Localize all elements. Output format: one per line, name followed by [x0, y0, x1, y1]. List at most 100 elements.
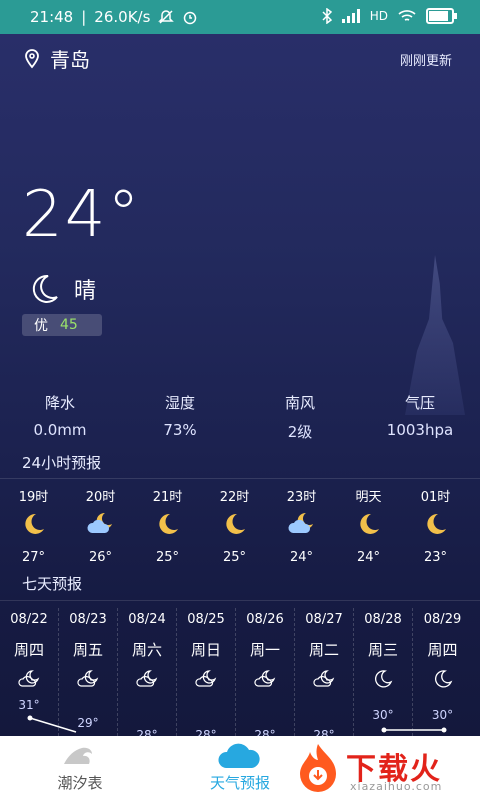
moon-icon	[426, 513, 446, 534]
day-weekday: 周三	[367, 641, 398, 659]
status-time: 21:48	[30, 8, 74, 26]
tab-label: 潮汐表	[57, 774, 103, 792]
crescent-moon-icon	[32, 274, 58, 303]
hour-item: 明天 24°	[335, 486, 402, 565]
stat-value: 0.0mm	[33, 421, 87, 439]
watermark-logo: 下载火 xiazaihuo.com	[294, 740, 474, 796]
aqi-badge[interactable]: 优 45	[22, 314, 102, 336]
day-item: 08/22 周四 31°	[0, 608, 59, 736]
condition-text: 晴	[74, 279, 97, 304]
day-item: 08/27 周二 28°	[295, 608, 354, 736]
cloudy-night-icon	[18, 670, 40, 687]
moon-icon	[24, 513, 44, 534]
day-high: 28°	[195, 728, 217, 736]
stat-precipitation: 降水 0.0mm	[0, 392, 120, 442]
current-condition: 晴	[26, 272, 96, 306]
status-speed: 26.0K/s	[94, 8, 151, 26]
moon-icon	[359, 513, 379, 534]
divider	[0, 600, 480, 601]
day-weekday: 周一	[249, 641, 280, 659]
cloudy-night-icon	[313, 670, 335, 687]
day-weekday: 周五	[72, 641, 103, 659]
hour-item: 20时 26°	[67, 486, 134, 565]
moon-icon	[374, 670, 393, 688]
hourly-forecast[interactable]: 19时 27° 20时 26° 21时 25° 22时 25° 23时 24° …	[0, 486, 480, 565]
stat-pressure: 气压 1003hpa	[360, 392, 480, 442]
update-status: 刚刚更新	[399, 54, 452, 69]
day-high: 29°	[77, 716, 99, 730]
weather-stats: 降水 0.0mm 湿度 73% 南风 2级 气压 1003hpa	[0, 392, 480, 442]
tab-tide-table[interactable]: 潮汐表	[0, 736, 160, 800]
day-date: 08/26	[246, 612, 284, 627]
day-weekday: 周四	[427, 641, 458, 659]
moon-icon	[158, 513, 178, 534]
watermark-url: xiazaihuo.com	[350, 780, 443, 793]
stat-value: 2级	[287, 423, 313, 441]
city-name: 青岛	[50, 48, 90, 72]
day-high: 30°	[431, 708, 454, 722]
day-item: 08/26 周一 28°	[236, 608, 295, 736]
day-high: 28°	[313, 728, 335, 736]
hour-time: 22时	[219, 490, 250, 505]
day-high: 31°	[18, 698, 40, 712]
moon-icon	[434, 670, 452, 688]
hourly-title: 24小时预报	[22, 454, 102, 472]
bottom-nav: 潮汐表 天气预报 下载火 xiazaihuo.com	[0, 736, 480, 800]
tower-silhouette	[405, 255, 465, 415]
flame-logo-icon	[300, 744, 336, 792]
day-item: 08/28 周三 30°	[354, 608, 413, 736]
daily-forecast[interactable]: 08/22 周四 31° 08/23 周五 29° 08/24 周六 28° 0…	[0, 608, 480, 736]
location[interactable]: 青岛	[24, 44, 90, 73]
day-weekday: 周日	[190, 641, 221, 659]
hour-item: 01时 23°	[402, 486, 469, 565]
cloudy-night-icon	[287, 512, 313, 533]
cloudy-night-icon	[86, 512, 112, 533]
hour-temp: 26°	[88, 550, 113, 565]
stat-label: 湿度	[164, 394, 195, 412]
mute-icon	[158, 10, 175, 24]
battery-icon	[426, 8, 457, 24]
hour-temp: 24°	[356, 550, 381, 565]
cloud-icon	[218, 743, 260, 768]
hour-item: 21时 25°	[134, 486, 201, 565]
aqi-value: 45	[60, 317, 78, 333]
stat-humidity: 湿度 73%	[120, 392, 240, 442]
stat-label: 气压	[404, 394, 435, 412]
day-weekday: 周六	[131, 641, 162, 659]
cloudy-night-icon	[195, 670, 217, 687]
day-date: 08/24	[128, 612, 166, 627]
cloudy-night-icon	[254, 670, 276, 687]
hour-time: 21时	[152, 490, 183, 505]
status-bar: 21:48 | 26.0K/s HD	[0, 0, 480, 34]
day-date: 08/23	[69, 612, 107, 627]
bluetooth-icon	[322, 8, 332, 24]
city-background	[0, 280, 480, 480]
stat-wind: 南风 2级	[240, 392, 360, 442]
hour-time: 明天	[355, 490, 382, 505]
hour-temp: 23°	[423, 550, 448, 565]
day-date: 08/29	[423, 612, 462, 627]
hour-time: 20时	[85, 490, 116, 505]
cloudy-night-icon	[136, 670, 158, 687]
hd-label: HD	[369, 9, 388, 23]
day-date: 08/28	[364, 612, 402, 627]
current-temperature: 24°	[22, 178, 142, 252]
day-item: 08/25 周日 28°	[177, 608, 236, 736]
divider	[0, 478, 480, 479]
cell-signal-icon	[341, 9, 360, 23]
hour-time: 01时	[420, 490, 451, 505]
wave-icon	[64, 747, 92, 764]
day-high: 28°	[136, 728, 158, 736]
daily-title: 七天预报	[22, 575, 83, 593]
day-date: 08/22	[10, 612, 48, 627]
hour-temp: 25°	[222, 550, 247, 565]
hour-item: 19时 27°	[0, 486, 67, 565]
day-date: 08/27	[305, 612, 343, 627]
hour-item: 22时 25°	[201, 486, 268, 565]
hour-time: 19时	[18, 490, 49, 505]
hour-temp: 27°	[21, 550, 46, 565]
day-high: 28°	[254, 728, 276, 736]
day-item: 08/23 周五 29°	[59, 608, 118, 736]
stat-label: 南风	[284, 394, 315, 412]
day-weekday: 周四	[13, 641, 44, 659]
